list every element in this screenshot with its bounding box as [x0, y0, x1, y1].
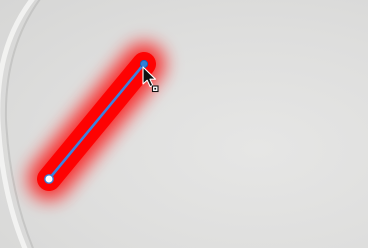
selection-line[interactable] [47, 62, 146, 181]
image-canvas[interactable] [0, 0, 368, 248]
line-end-handle[interactable] [139, 59, 149, 69]
line-start-handle[interactable] [44, 174, 54, 184]
canvas-overlay [0, 0, 167, 248]
